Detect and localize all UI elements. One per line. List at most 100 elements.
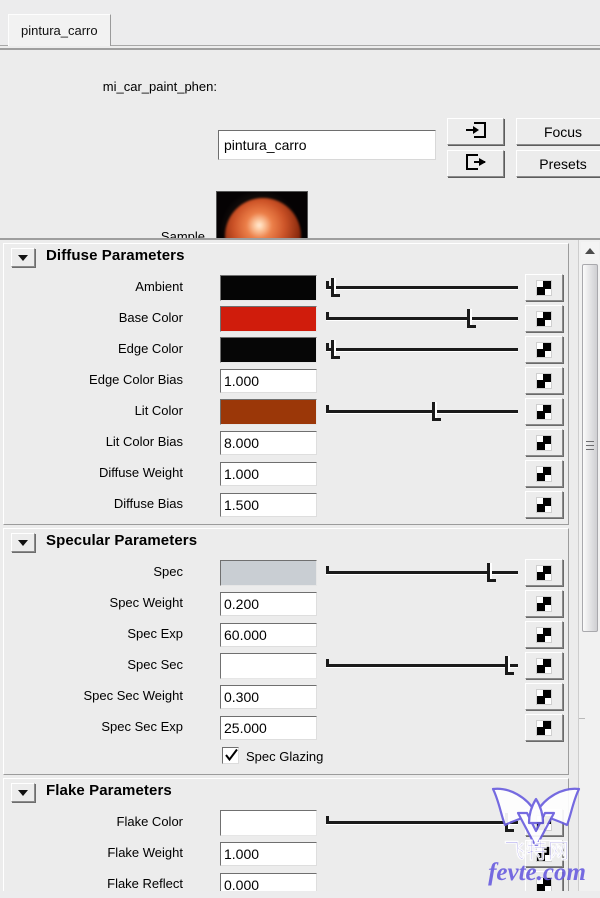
- parameter-slider[interactable]: [326, 276, 518, 300]
- parameter-label: Lit Color Bias: [105, 434, 183, 449]
- parameter-row: Edge Color: [4, 334, 568, 365]
- parameter-label: Spec Sec Weight: [83, 688, 183, 703]
- map-button[interactable]: [525, 491, 563, 518]
- slider-track: [326, 821, 518, 825]
- slider-handle[interactable]: [505, 656, 515, 675]
- slider-endcap: [326, 566, 329, 574]
- parameter-label: Spec Sec Exp: [101, 719, 183, 734]
- color-swatch[interactable]: [220, 306, 317, 332]
- numeric-input[interactable]: 0.000: [220, 873, 317, 891]
- scroll-up-button[interactable]: [581, 242, 599, 260]
- map-button[interactable]: [525, 809, 563, 836]
- color-swatch[interactable]: [220, 653, 317, 679]
- parameter-slider[interactable]: [326, 338, 518, 362]
- import-button[interactable]: [447, 118, 504, 145]
- parameter-label: Edge Color: [117, 341, 183, 356]
- rollout-header[interactable]: Flake Parameters: [4, 779, 568, 807]
- collapse-toggle-button[interactable]: [11, 533, 35, 552]
- numeric-input[interactable]: 0.300: [220, 685, 317, 709]
- checker-map-icon: [536, 876, 552, 891]
- color-swatch[interactable]: [220, 399, 317, 425]
- numeric-input[interactable]: 1.000: [220, 462, 317, 486]
- scrollbar-track-mark: [579, 718, 585, 719]
- parameter-row: Flake Weight 1.000: [4, 838, 568, 869]
- checker-map-icon: [536, 564, 552, 581]
- color-swatch[interactable]: [220, 275, 317, 301]
- scrollbar-thumb[interactable]: [582, 264, 598, 632]
- map-button[interactable]: [525, 367, 563, 394]
- parameter-row: Ambient: [4, 272, 568, 303]
- parameter-label: Flake Reflect: [107, 876, 183, 891]
- checker-map-icon: [536, 434, 552, 451]
- parameter-slider[interactable]: [326, 811, 518, 835]
- slider-track: [326, 317, 518, 321]
- parameter-row: Spec Sec Weight 0.300: [4, 681, 568, 712]
- checker-map-icon: [536, 279, 552, 296]
- map-button[interactable]: [525, 714, 563, 741]
- numeric-input[interactable]: 0.200: [220, 592, 317, 616]
- map-button[interactable]: [525, 305, 563, 332]
- map-button[interactable]: [525, 559, 563, 586]
- numeric-input[interactable]: 25.000: [220, 716, 317, 740]
- spec-glazing-checkbox[interactable]: [222, 747, 239, 764]
- map-button[interactable]: [525, 429, 563, 456]
- rollout-header[interactable]: Specular Parameters: [4, 529, 568, 557]
- color-swatch[interactable]: [220, 337, 317, 363]
- numeric-input[interactable]: 1.500: [220, 493, 317, 517]
- slider-handle[interactable]: [505, 813, 515, 832]
- rollout-panel: Diffuse Parameters Ambient Base Color Edge …: [0, 238, 600, 891]
- parameter-label: Flake Weight: [107, 845, 183, 860]
- slider-handle[interactable]: [466, 309, 476, 328]
- collapse-toggle-button[interactable]: [11, 783, 35, 802]
- rollout-header[interactable]: Diffuse Parameters: [4, 244, 568, 272]
- numeric-value: 60.000: [224, 627, 267, 643]
- numeric-input[interactable]: 1.000: [220, 842, 317, 866]
- parameter-slider[interactable]: [326, 561, 518, 585]
- map-button[interactable]: [525, 871, 563, 891]
- slider-handle[interactable]: [432, 402, 442, 421]
- parameter-slider[interactable]: [326, 400, 518, 424]
- parameter-label: Diffuse Weight: [98, 465, 183, 480]
- chevron-down-icon: [18, 789, 28, 796]
- rollout-specular-parameters: Specular Parameters Spec Spec Weight 0.200 S…: [3, 528, 569, 775]
- slider-handle[interactable]: [331, 340, 341, 359]
- map-button[interactable]: [525, 336, 563, 363]
- map-button[interactable]: [525, 274, 563, 301]
- map-button[interactable]: [525, 398, 563, 425]
- color-swatch[interactable]: [220, 810, 317, 836]
- rollout-list: Diffuse Parameters Ambient Base Color Edge …: [0, 240, 572, 891]
- parameter-label: Ambient: [135, 279, 183, 294]
- shader-name-value: pintura_carro: [224, 137, 307, 153]
- parameter-slider[interactable]: [326, 307, 518, 331]
- collapse-toggle-button[interactable]: [11, 248, 35, 267]
- tab-pintura-carro[interactable]: pintura_carro: [8, 14, 111, 46]
- checker-map-icon: [536, 657, 552, 674]
- check-icon: [225, 748, 238, 762]
- numeric-input[interactable]: 8.000: [220, 431, 317, 455]
- chevron-down-icon: [18, 539, 28, 546]
- presets-button[interactable]: Presets: [516, 150, 600, 177]
- parameter-label: Spec Weight: [109, 595, 183, 610]
- map-button[interactable]: [525, 621, 563, 648]
- map-button[interactable]: [525, 460, 563, 487]
- parameter-label: Spec Exp: [127, 626, 183, 641]
- export-button[interactable]: [447, 150, 504, 177]
- numeric-input[interactable]: 1.000: [220, 369, 317, 393]
- shader-name-input[interactable]: pintura_carro: [218, 130, 436, 160]
- focus-button[interactable]: Focus: [516, 118, 600, 145]
- vertical-scrollbar[interactable]: [578, 240, 600, 891]
- parameter-slider[interactable]: [326, 654, 518, 678]
- map-button[interactable]: [525, 683, 563, 710]
- map-button[interactable]: [525, 840, 563, 867]
- parameter-row: Diffuse Bias 1.500: [4, 489, 568, 520]
- parameter-label: Diffuse Bias: [113, 496, 183, 511]
- color-swatch[interactable]: [220, 560, 317, 586]
- slider-handle[interactable]: [487, 563, 497, 582]
- map-button[interactable]: [525, 590, 563, 617]
- slider-handle[interactable]: [331, 278, 341, 297]
- rollout-flake-parameters: Flake Parameters Flake Color Flake Weight 1…: [3, 778, 569, 891]
- map-button[interactable]: [525, 652, 563, 679]
- numeric-input[interactable]: 60.000: [220, 623, 317, 647]
- checkbox-row: Spec Glazing: [4, 743, 568, 770]
- chevron-down-icon: [18, 254, 28, 261]
